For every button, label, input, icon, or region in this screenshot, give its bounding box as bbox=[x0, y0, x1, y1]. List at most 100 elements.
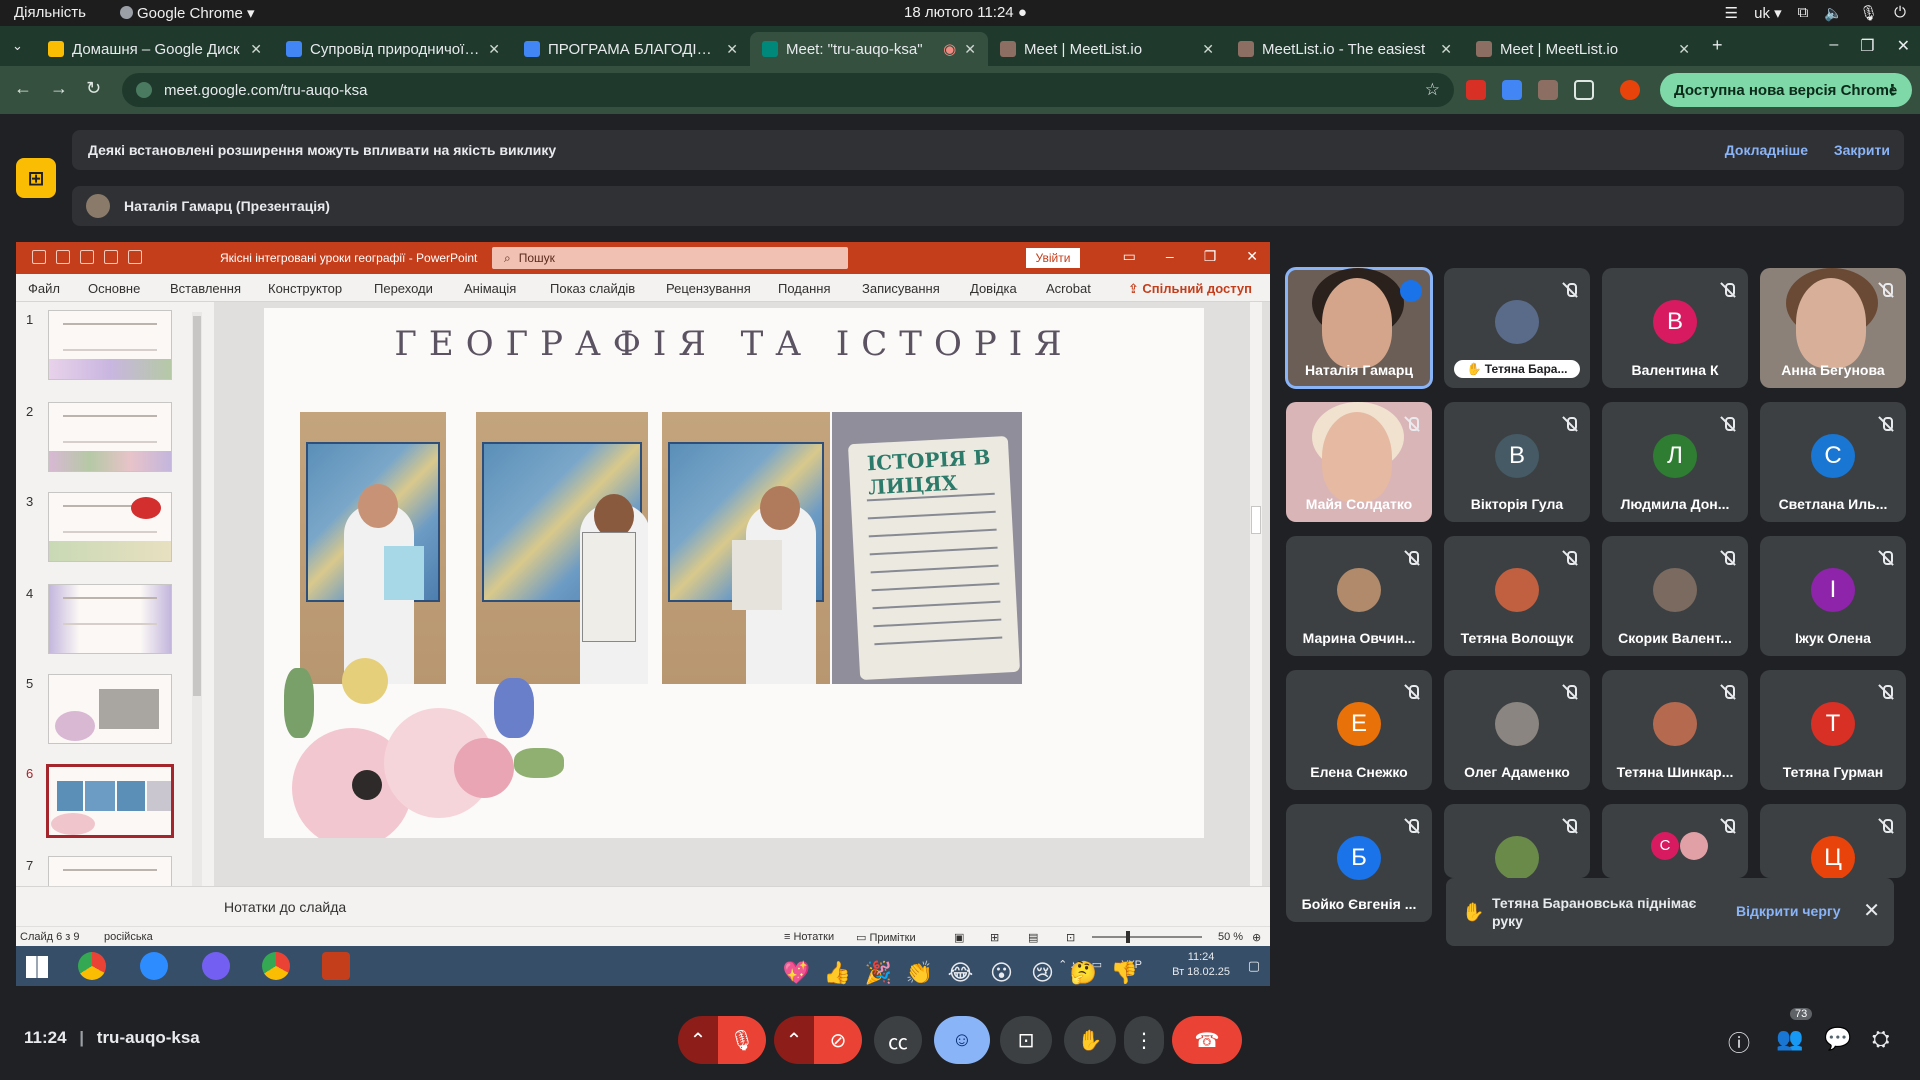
slide-thumbnail-selected[interactable]: 6 bbox=[16, 762, 206, 842]
sign-in-button[interactable]: Увійти bbox=[1026, 248, 1080, 268]
participant-tile[interactable]: В Валентина К bbox=[1602, 268, 1748, 388]
ribbon-tab-home[interactable]: Основне bbox=[88, 281, 140, 296]
slide-sorter-icon[interactable]: ⊞ bbox=[990, 931, 999, 944]
tab-meetlist-3[interactable]: Meet | MeetList.io ✕ bbox=[1464, 32, 1702, 66]
participant-tile[interactable]: С Светлана Иль... bbox=[1760, 402, 1906, 522]
meetlist-extension-icon[interactable] bbox=[1538, 80, 1558, 100]
adblock-extension-icon[interactable] bbox=[1466, 80, 1486, 100]
zoom-slider[interactable] bbox=[1092, 931, 1202, 943]
ribbon-tab-help[interactable]: Довідка bbox=[970, 281, 1017, 296]
win-clock[interactable]: 11:24 Вт 18.02.25 bbox=[1172, 950, 1230, 980]
restore-icon[interactable]: ❐ bbox=[1204, 248, 1217, 265]
address-bar[interactable]: meet.google.com/tru-auqo-ksa ☆ bbox=[122, 73, 1454, 107]
ppt-search-box[interactable]: ⌕ Пошук bbox=[492, 247, 848, 269]
party-reaction-icon[interactable]: 🎉 bbox=[862, 960, 895, 986]
notes-bar[interactable]: Нотатки до слайда bbox=[16, 886, 1270, 926]
participant-tile[interactable]: Марина Овчин... bbox=[1286, 536, 1432, 656]
participant-tile[interactable]: В Вікторія Гула bbox=[1444, 402, 1590, 522]
learn-more-link[interactable]: Докладніше bbox=[1725, 142, 1808, 158]
ribbon-tab-view[interactable]: Подання bbox=[778, 281, 831, 296]
more-options-button[interactable]: ⋮ bbox=[1124, 1016, 1164, 1064]
slide-thumbnail[interactable]: 3 bbox=[16, 490, 206, 570]
close-icon[interactable]: ✕ bbox=[964, 41, 976, 58]
tab-search-icon[interactable]: ⌄ bbox=[12, 38, 23, 54]
forward-icon[interactable]: → bbox=[50, 78, 68, 99]
tab-meetlist-2[interactable]: MeetList.io - The easiest ✕ bbox=[1226, 32, 1464, 66]
zoom-icon[interactable] bbox=[140, 952, 168, 980]
powerpoint-icon[interactable] bbox=[322, 952, 350, 980]
chrome-update-button[interactable]: Доступна нова версія Chrome ⋮ bbox=[1660, 73, 1912, 107]
ribbon-tab-animations[interactable]: Анімація bbox=[464, 281, 516, 296]
minimize-icon[interactable]: – bbox=[1829, 36, 1838, 56]
activities-icon[interactable]: ⛭ bbox=[1872, 1026, 1890, 1052]
tab-meet[interactable]: Meet: "tru-auqo-ksa" ◉ ✕ bbox=[750, 32, 988, 66]
notes-toggle[interactable]: ≡ Нотатки bbox=[784, 931, 834, 943]
ribbon-tab-acrobat[interactable]: Acrobat bbox=[1046, 281, 1091, 296]
ribbon-tab-recording[interactable]: Записування bbox=[862, 281, 940, 296]
participant-tile[interactable]: С bbox=[1602, 804, 1748, 878]
microphone-toggle[interactable]: 🎙 bbox=[718, 1016, 766, 1064]
participant-tile[interactable]: Тетяна Шинкар... bbox=[1602, 670, 1748, 790]
canvas-scrollbar[interactable] bbox=[1250, 302, 1262, 886]
fit-slide-icon[interactable]: ⊕ bbox=[1252, 931, 1261, 944]
heart-reaction-icon[interactable]: 💖 bbox=[780, 960, 813, 986]
participant-tile[interactable]: ✋ Тетяна Бара... bbox=[1444, 268, 1590, 388]
close-icon[interactable]: ✕ bbox=[250, 41, 262, 58]
dismiss-banner-button[interactable]: Закрити bbox=[1834, 142, 1890, 158]
camera-toggle[interactable]: ⊘ bbox=[814, 1016, 862, 1064]
present-button[interactable]: ⊡ bbox=[1000, 1016, 1052, 1064]
os-clock[interactable]: 18 лютого 11:24 ● bbox=[904, 4, 1027, 21]
thinking-reaction-icon[interactable]: 🤔 bbox=[1067, 960, 1100, 986]
close-icon[interactable]: ✕ bbox=[1202, 41, 1214, 58]
restore-icon[interactable]: ❐ bbox=[1860, 36, 1874, 56]
language-indicator[interactable]: російська bbox=[104, 931, 153, 943]
slide-thumbnail[interactable]: 5 bbox=[16, 672, 206, 752]
ribbon-tab-insert[interactable]: Вставлення bbox=[170, 281, 241, 296]
extensions-puzzle-icon[interactable] bbox=[1574, 80, 1594, 100]
ribbon-display-icon[interactable]: ▭ bbox=[1123, 248, 1136, 265]
redo-icon[interactable] bbox=[80, 250, 94, 264]
new-tab-button[interactable]: + bbox=[1712, 35, 1723, 56]
ribbon-tab-slideshow[interactable]: Показ слайдів bbox=[550, 281, 635, 296]
minimize-icon[interactable]: – bbox=[1166, 248, 1174, 265]
site-info-icon[interactable] bbox=[136, 82, 152, 98]
viber-icon[interactable] bbox=[202, 952, 230, 980]
close-window-icon[interactable]: ✕ bbox=[1897, 36, 1910, 56]
leave-call-button[interactable]: ☎ bbox=[1172, 1016, 1242, 1064]
slideshow-icon[interactable]: ⊡ bbox=[1066, 931, 1075, 944]
close-icon[interactable]: ✕ bbox=[1678, 41, 1690, 58]
participant-tile[interactable]: Майя Солдатко bbox=[1286, 402, 1432, 522]
thumbnail-scrollbar[interactable] bbox=[192, 312, 202, 886]
activities-button[interactable]: Діяльність bbox=[14, 4, 86, 21]
close-icon[interactable]: ✕ bbox=[726, 41, 738, 58]
tab-google-drive[interactable]: Домашня – Google Диск ✕ bbox=[36, 32, 274, 66]
slide-thumbnail[interactable]: 1 bbox=[16, 308, 206, 388]
ribbon-tab-file[interactable]: Файл bbox=[28, 281, 60, 296]
system-tray[interactable]: ☰ uk ▾ ⧉ 🔈 🎙 ⏻ bbox=[1725, 4, 1906, 22]
windows-start-icon[interactable] bbox=[26, 956, 48, 978]
sad-reaction-icon[interactable]: 😢 bbox=[1026, 960, 1059, 986]
participant-tile[interactable]: Е Елена Снежко bbox=[1286, 670, 1432, 790]
captions-button[interactable]: ㏄ bbox=[874, 1016, 922, 1064]
participant-tile[interactable]: Тетяна Волощук bbox=[1444, 536, 1590, 656]
present-icon[interactable] bbox=[104, 250, 118, 264]
close-icon[interactable]: ✕ bbox=[1440, 41, 1452, 58]
participant-tile[interactable] bbox=[1444, 804, 1590, 878]
chrome-icon[interactable] bbox=[78, 952, 106, 980]
reading-view-icon[interactable]: ▤ bbox=[1028, 931, 1038, 944]
thumbs-up-reaction-icon[interactable]: 👍 bbox=[821, 960, 854, 986]
save-icon[interactable] bbox=[32, 250, 46, 264]
close-icon[interactable]: ✕ bbox=[488, 41, 500, 58]
participant-tile[interactable]: Т Тетяна Гурман bbox=[1760, 670, 1906, 790]
normal-view-icon[interactable]: ▣ bbox=[954, 931, 964, 944]
surprised-reaction-icon[interactable]: 😮 bbox=[985, 960, 1018, 986]
participant-tile[interactable]: Олег Адаменко bbox=[1444, 670, 1590, 790]
participant-tile[interactable]: Л Людмила Дон... bbox=[1602, 402, 1748, 522]
translate-extension-icon[interactable] bbox=[1502, 80, 1522, 100]
share-button[interactable]: ⇪ Спільний доступ bbox=[1128, 281, 1252, 297]
thumbs-down-reaction-icon[interactable]: 👎 bbox=[1108, 960, 1141, 986]
chrome-active-icon[interactable] bbox=[262, 952, 290, 980]
ribbon-tab-review[interactable]: Рецензування bbox=[666, 281, 751, 296]
slide-thumbnail[interactable]: 2 bbox=[16, 400, 206, 480]
back-icon[interactable]: ← bbox=[14, 78, 32, 99]
